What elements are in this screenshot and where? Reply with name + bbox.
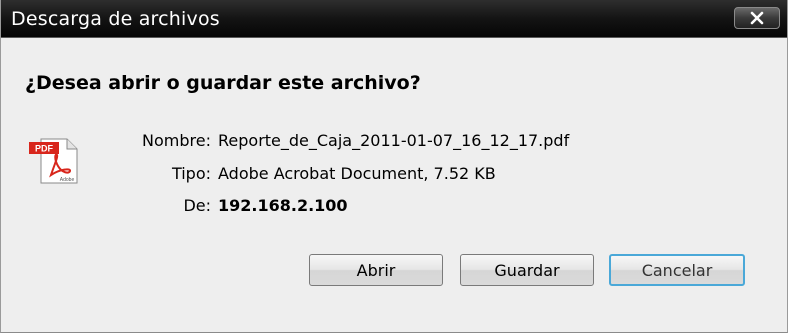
save-button[interactable]: Guardar bbox=[460, 254, 594, 286]
file-name-label: Nombre: bbox=[142, 131, 211, 150]
question-text: ¿Desea abrir o guardar este archivo? bbox=[25, 72, 421, 94]
download-dialog: Descarga de archivos ¿Desea abrir o guar… bbox=[0, 0, 788, 333]
close-button[interactable] bbox=[734, 7, 780, 29]
window-title: Descarga de archivos bbox=[11, 8, 220, 30]
file-source-label: De: bbox=[183, 196, 211, 215]
open-button[interactable]: Abrir bbox=[309, 254, 443, 286]
file-type-value: Adobe Acrobat Document, 7.52 KB bbox=[218, 164, 496, 183]
title-bar[interactable]: Descarga de archivos bbox=[1, 0, 787, 38]
cancel-button[interactable]: Cancelar bbox=[609, 254, 745, 286]
file-source-value: 192.168.2.100 bbox=[218, 196, 348, 215]
file-type-label: Tipo: bbox=[171, 164, 211, 183]
file-name-value: Reporte_de_Caja_2011-01-07_16_12_17.pdf bbox=[218, 131, 570, 150]
dialog-content: ¿Desea abrir o guardar este archivo? PDF… bbox=[1, 38, 787, 332]
close-icon bbox=[750, 11, 764, 25]
